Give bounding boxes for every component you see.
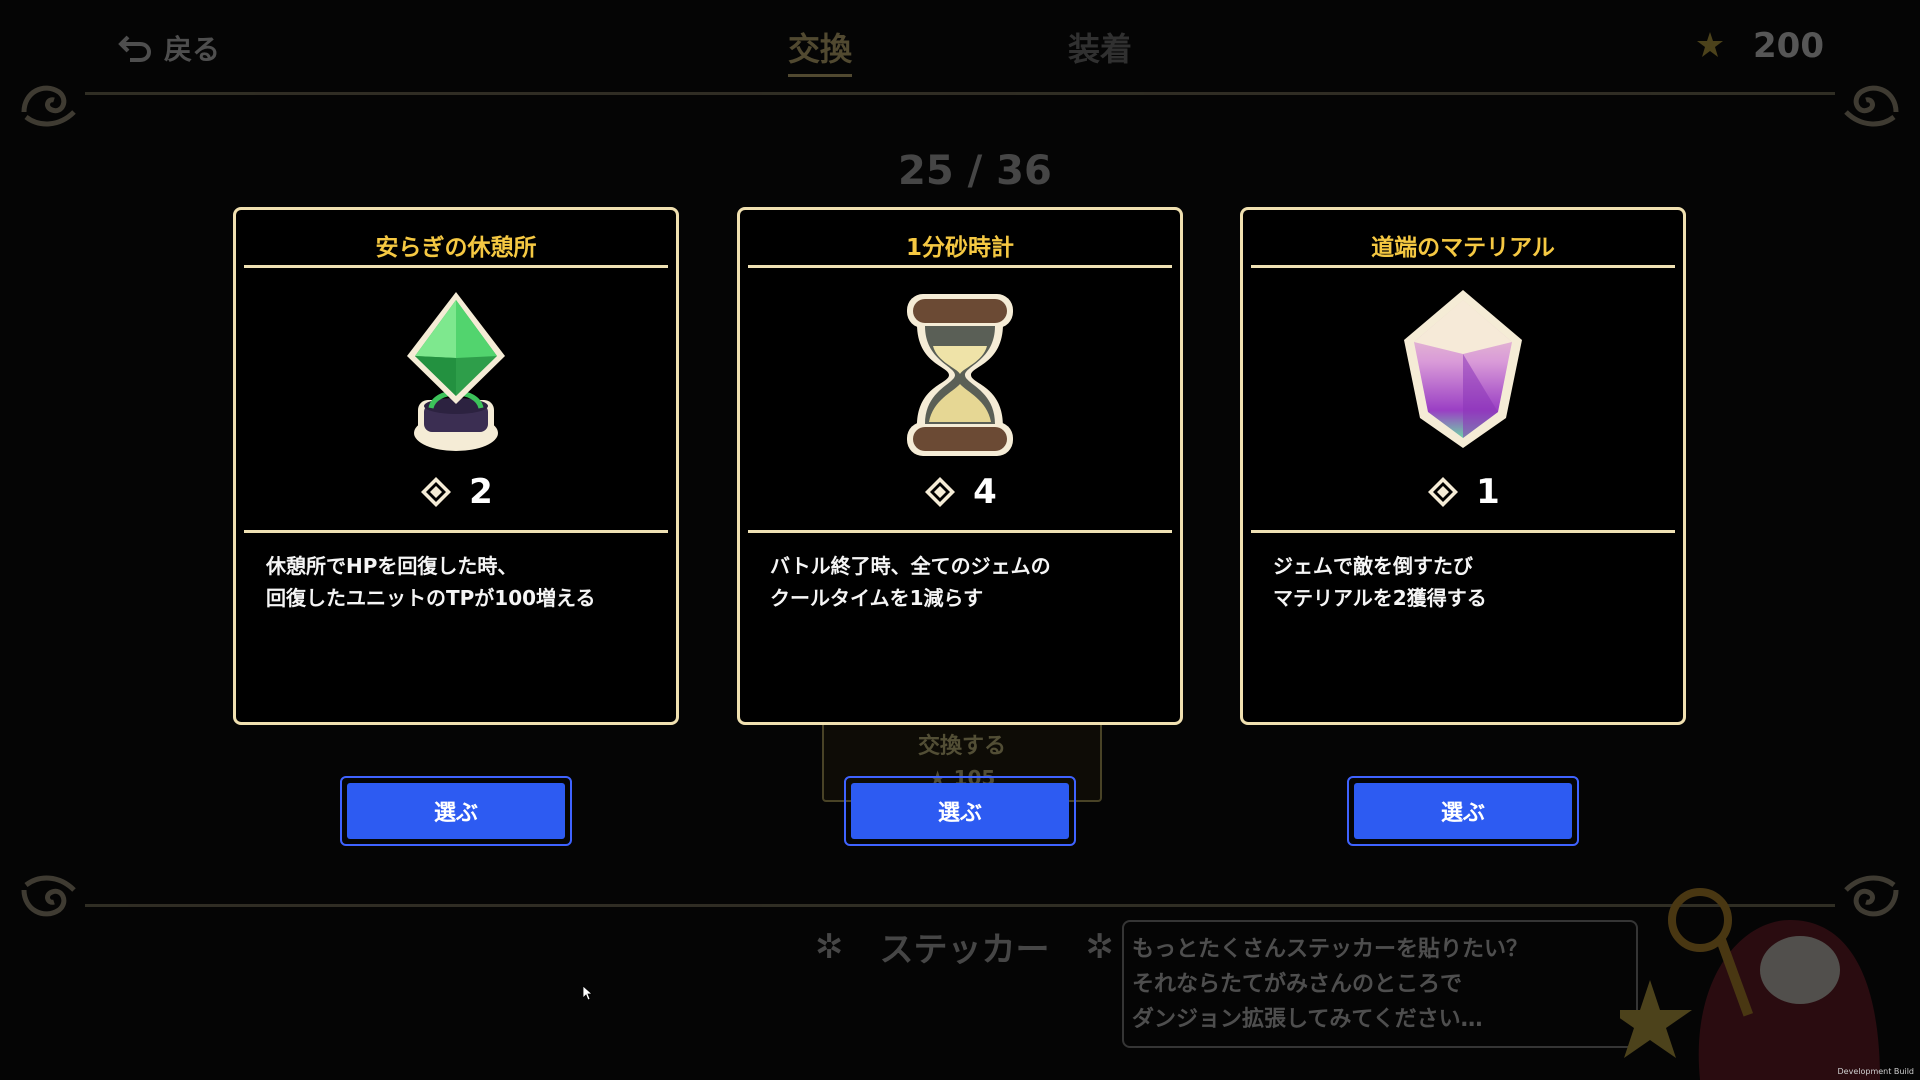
card-divider (1251, 265, 1675, 268)
card-title: 安らぎの休憩所 (375, 235, 537, 261)
diamond-icon (421, 477, 452, 507)
card-rest-area: 安らぎの休憩所 2 休憩所でHPを回復した時、 回復したユニットのTPが100増… (233, 207, 679, 725)
card-roadside-material: 道端のマテリアル 1 ジェムで敵を倒すたび マテリアルを2獲得する (1240, 207, 1686, 725)
card-description: 休憩所でHPを回復した時、 回復したユニットのTPが100増える (266, 554, 596, 610)
currency-value: 200 (1753, 26, 1824, 66)
exchange-label: 交換する (917, 734, 1006, 759)
card-divider (748, 530, 1172, 533)
choose-button-label: 選ぶ (347, 783, 565, 839)
choose-button-hourglass[interactable]: 選ぶ (844, 776, 1076, 846)
green-crystal-on-pedestal-icon (407, 292, 505, 451)
back-label: 戻る (164, 33, 221, 66)
sticker-section-title: ✲ ステッカー ✲ (815, 926, 1115, 971)
hint-line: ダンジョン拡張してみてください… (1132, 1007, 1483, 1032)
hint-line: それならたてがみさんのところで (1132, 972, 1463, 997)
hourglass-icon (907, 294, 1013, 456)
card-divider (1251, 530, 1675, 533)
card-divider (244, 530, 668, 533)
choose-button-label: 選ぶ (1354, 783, 1572, 839)
footer-divider (85, 904, 1835, 907)
card-title: 1分砂時計 (905, 235, 1014, 261)
mascot-character-icon (1620, 888, 1880, 1080)
card-description: ジェムで敵を倒すたび マテリアルを2獲得する (1273, 554, 1487, 610)
ornament-corner-icon (21, 85, 76, 127)
currency-display: 200 (1695, 26, 1824, 66)
star-icon: ✲ (815, 926, 844, 967)
cost-value: 1 (1476, 472, 1500, 512)
back-button[interactable]: 戻る (118, 28, 220, 68)
card-title: 道端のマテリアル (1371, 235, 1555, 261)
back-arrow-icon (118, 35, 152, 62)
tab-equip[interactable]: 装着 (1068, 24, 1132, 70)
card-hourglass: 1分砂時計 4 バトル終了時、全てのジェムの クールタイムを1減らす (737, 207, 1183, 725)
diamond-icon (1428, 477, 1459, 507)
card-divider (244, 265, 668, 268)
progress-counter: 25 / 36 (898, 148, 1052, 194)
cost-value: 2 (469, 472, 493, 512)
choose-button-rest-area[interactable]: 選ぶ (340, 776, 572, 846)
card-cost: 1 (1243, 472, 1683, 512)
header-divider (85, 92, 1835, 95)
card-description: バトル終了時、全てのジェムの クールタイムを1減らす (770, 554, 1051, 610)
ornament-corner-icon (21, 875, 76, 917)
tab-exchange[interactable]: 交換 (788, 24, 853, 77)
development-build-label: Development Build (1837, 1067, 1914, 1076)
mouse-cursor-icon (583, 986, 593, 1001)
diamond-icon (925, 477, 956, 507)
ornament-corner-icon (1844, 85, 1899, 127)
card-cost: 2 (236, 472, 676, 512)
choose-button-roadside-material[interactable]: 選ぶ (1347, 776, 1579, 846)
card-divider (748, 265, 1172, 268)
star-icon: ✲ (1085, 926, 1115, 967)
cost-value: 4 (973, 472, 997, 512)
sticker-hint-box: もっとたくさんステッカーを貼りたい？ それならたてがみさんのところで ダンジョン… (1122, 920, 1638, 1048)
purple-crystal-icon (1404, 290, 1522, 448)
hint-line: もっとたくさんステッカーを貼りたい？ (1132, 937, 1529, 962)
card-cost: 4 (740, 472, 1180, 512)
star-icon (1697, 32, 1724, 57)
choose-button-label: 選ぶ (851, 783, 1069, 839)
